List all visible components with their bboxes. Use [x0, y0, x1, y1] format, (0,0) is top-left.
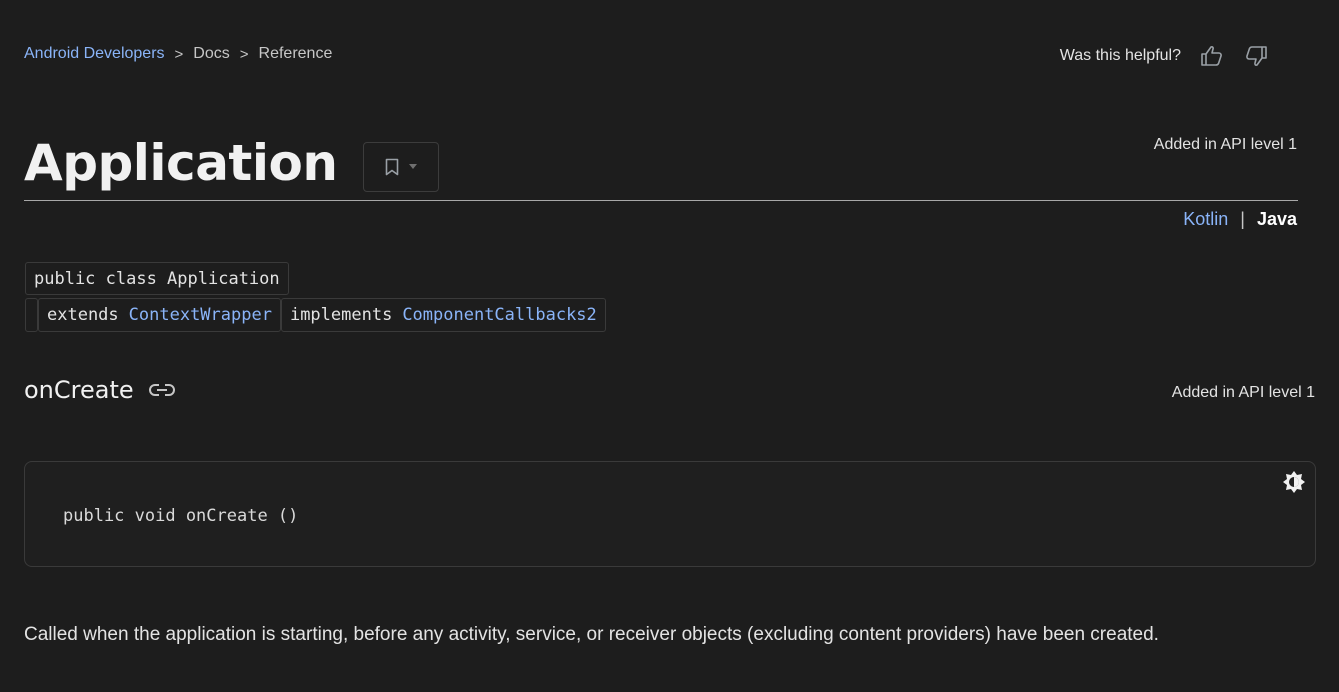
- class-declaration: public class Application: [25, 262, 289, 295]
- link-icon[interactable]: [148, 380, 176, 400]
- language-switch: Kotlin | Java: [1183, 209, 1297, 230]
- feedback-prompt: Was this helpful?: [1059, 47, 1181, 64]
- thumbs-up-icon[interactable]: [1199, 44, 1225, 68]
- method-description: Called when the application is starting,…: [24, 624, 1159, 645]
- breadcrumb-docs[interactable]: Docs: [193, 45, 229, 63]
- breadcrumb-reference[interactable]: Reference: [259, 45, 333, 63]
- inheritance-spacer: [25, 298, 38, 332]
- method-title: onCreate: [24, 376, 134, 404]
- language-kotlin-link[interactable]: Kotlin: [1183, 209, 1228, 230]
- bookmark-button[interactable]: [363, 142, 440, 192]
- breadcrumb-separator: >: [239, 45, 249, 63]
- theme-toggle-icon[interactable]: [1283, 471, 1305, 493]
- feedback-bar: Was this helpful?: [1060, 44, 1269, 68]
- breadcrumb: Android Developers > Docs > Reference: [24, 45, 332, 63]
- breadcrumb-separator: >: [174, 45, 184, 63]
- implements-clause: implements ComponentCallbacks2: [280, 298, 606, 332]
- method-header: onCreate: [24, 376, 176, 404]
- extends-keyword: extends: [47, 305, 119, 325]
- breadcrumb-android-developers[interactable]: Android Developers: [24, 45, 165, 63]
- component-callbacks2-link[interactable]: ComponentCallbacks2: [402, 305, 596, 325]
- page-title: Application: [24, 134, 338, 192]
- page-header: Application: [24, 128, 440, 198]
- method-api-level: Added in API level 1: [1171, 384, 1315, 401]
- code-block: public void onCreate (): [24, 461, 1316, 567]
- extends-clause: extends ContextWrapper: [38, 298, 281, 332]
- chevron-down-icon: [409, 164, 418, 169]
- api-level-badge: Added in API level 1: [1153, 136, 1297, 153]
- method-signature-code: public void onCreate (): [63, 506, 299, 526]
- language-java-selected: Java: [1256, 209, 1297, 229]
- context-wrapper-link[interactable]: ContextWrapper: [129, 305, 272, 325]
- bookmark-icon: [386, 158, 399, 176]
- language-separator: |: [1240, 209, 1245, 229]
- implements-keyword: implements: [289, 305, 393, 325]
- divider: [24, 200, 1298, 201]
- thumbs-down-icon[interactable]: [1243, 44, 1269, 68]
- class-inheritance: extends ContextWrapper implements Compon…: [25, 298, 606, 332]
